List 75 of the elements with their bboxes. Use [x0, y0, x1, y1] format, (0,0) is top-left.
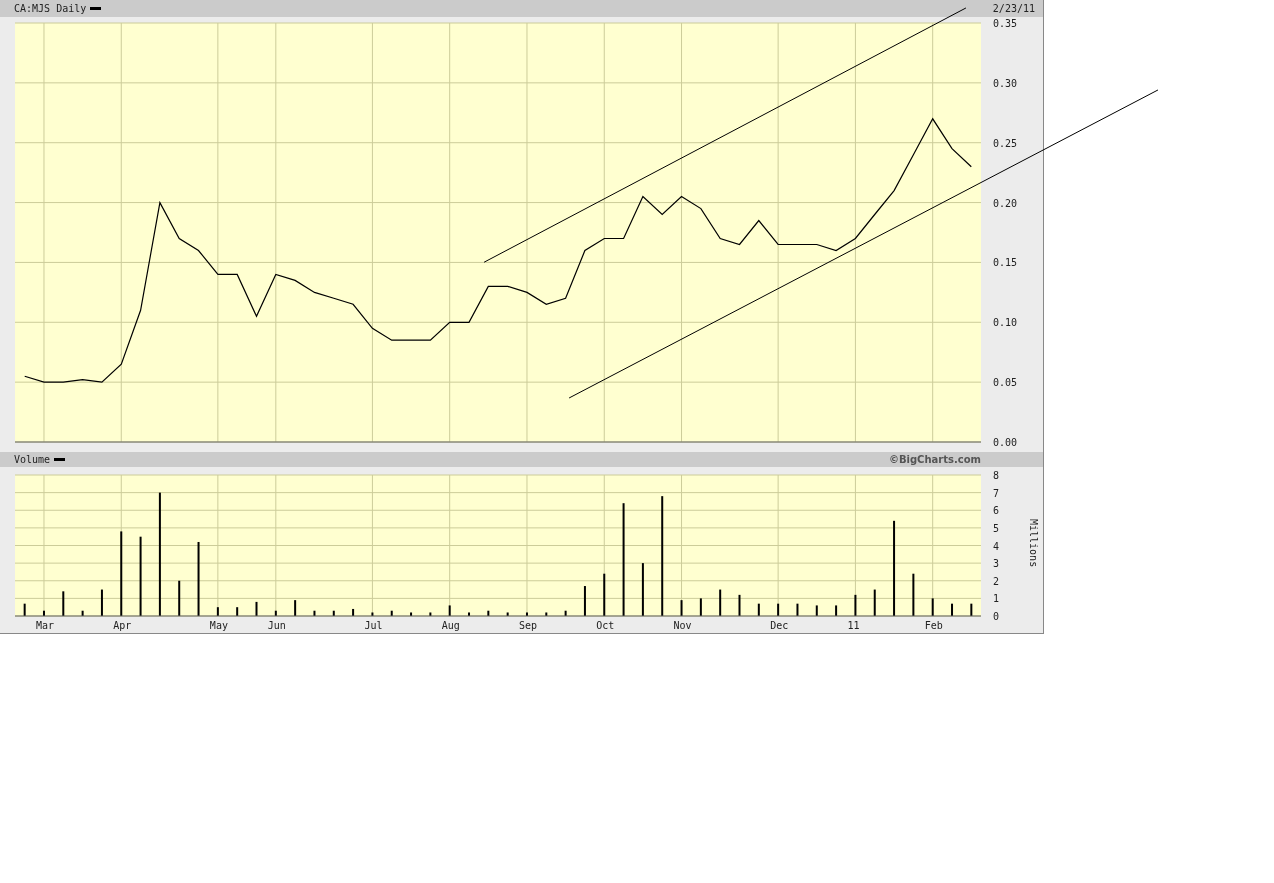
volume-bar [23, 603, 26, 616]
volume-bar [62, 591, 65, 616]
volume-bar [970, 603, 973, 616]
volume-bar [854, 594, 857, 616]
axis-label: 0.00 [993, 437, 1018, 449]
axis-label: 0.35 [993, 18, 1018, 30]
month-label: Aug [441, 620, 460, 631]
volume-bar [294, 600, 297, 616]
volume-bar [255, 601, 258, 616]
volume-bar [410, 612, 413, 616]
volume-bar [216, 607, 219, 616]
axis-label: 0 [993, 611, 1000, 622]
volume-bar [100, 589, 103, 616]
volume-bar [371, 612, 374, 616]
volume-bar [815, 605, 818, 616]
month-label: Feb [924, 620, 943, 631]
month-label: Sep [519, 620, 538, 631]
month-label: Dec [770, 620, 789, 631]
volume-bar [757, 603, 760, 616]
volume-bar [352, 608, 355, 616]
volume-bar [506, 612, 509, 616]
legend-swatch-icon [54, 458, 66, 462]
month-label: Nov [673, 620, 692, 631]
month-label: Apr [113, 620, 132, 631]
volume-bar [390, 610, 393, 616]
axis-label: 8 [993, 470, 1000, 481]
volume-bar [487, 610, 490, 616]
volume-bar [931, 598, 934, 616]
month-label: Oct [596, 620, 615, 631]
volume-title: Volume [14, 454, 51, 466]
volume-bar [583, 586, 586, 616]
axis-label: 0.10 [993, 317, 1018, 329]
axis-label: 2 [993, 575, 1000, 587]
axis-label: 5 [993, 522, 1000, 534]
volume-bar [835, 605, 838, 616]
axis-label: 0.25 [993, 138, 1018, 150]
axis-label: 4 [993, 540, 1000, 552]
copyright-text: ©BigCharts.com [888, 454, 982, 466]
axis-label: 1 [993, 593, 1000, 605]
volume-bar [912, 573, 915, 616]
volume-bar [873, 589, 876, 616]
volume-bar [429, 612, 432, 616]
volume-bar [603, 573, 606, 616]
volume-bar [719, 589, 722, 616]
volume-bar [236, 607, 239, 616]
legend-swatch-icon [90, 7, 102, 11]
axis-label: 0.20 [993, 198, 1018, 209]
axis-label: 6 [993, 505, 1000, 517]
month-label: May [209, 620, 228, 631]
volume-bar [332, 610, 335, 616]
axis-label: 7 [993, 487, 1000, 499]
axis-label: 0.30 [993, 78, 1018, 90]
volume-bar [448, 605, 451, 616]
month-label: Mar [36, 620, 55, 631]
axis-label: 0.05 [993, 377, 1018, 389]
month-label: Jul [364, 620, 383, 631]
volume-bar [641, 563, 644, 616]
volume-bar [777, 603, 780, 616]
axis-label: 0.15 [993, 257, 1018, 269]
volume-bar [680, 600, 683, 616]
volume-bar [545, 612, 548, 616]
volume-bar [699, 598, 702, 616]
month-label: 11 [847, 620, 860, 631]
volume-bar [274, 610, 277, 616]
axis-label: 3 [993, 558, 1000, 570]
chart-title: CA:MJS Daily [14, 3, 87, 15]
volume-bar [81, 610, 84, 616]
volume-bar [313, 610, 316, 616]
volume-bar [564, 610, 567, 616]
axis-title: Millions [1028, 519, 1039, 568]
chart-date: 2/23/11 [992, 3, 1035, 15]
volume-bar [796, 603, 799, 616]
volume-bar [738, 594, 741, 616]
month-label: Jun [267, 620, 286, 631]
volume-bar [178, 580, 181, 616]
